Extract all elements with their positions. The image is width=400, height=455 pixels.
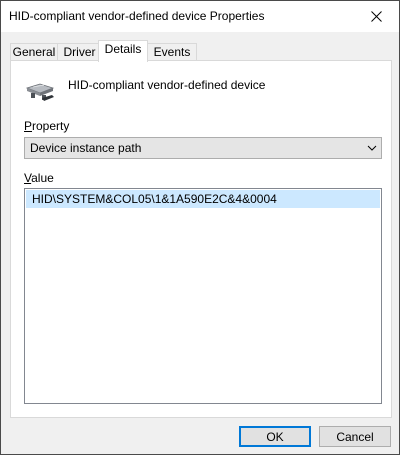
tab-label: Details <box>104 42 142 56</box>
list-item[interactable]: HID\SYSTEM&COL05\1&1A590E2C&4&0004 <box>26 190 380 208</box>
cancel-button[interactable]: Cancel <box>319 426 391 447</box>
tab-general[interactable]: General <box>10 43 58 61</box>
tab-events[interactable]: Events <box>147 43 197 61</box>
tab-label: Events <box>153 45 191 59</box>
ok-button[interactable]: OK <box>239 426 311 447</box>
property-dropdown-value: Device instance path <box>30 141 142 155</box>
value-label: Value <box>24 171 54 185</box>
device-icon <box>25 83 55 101</box>
property-dropdown[interactable]: Device instance path <box>24 137 382 159</box>
tab-details[interactable]: Details <box>98 40 148 62</box>
properties-dialog: HID-compliant vendor-defined device Prop… <box>0 0 400 455</box>
chevron-down-icon <box>367 145 377 151</box>
close-button[interactable] <box>353 1 399 32</box>
close-icon <box>370 11 382 22</box>
property-label: Property <box>24 119 70 133</box>
value-listbox[interactable]: HID\SYSTEM&COL05\1&1A590E2C&4&0004 <box>24 188 382 404</box>
list-item-text: HID\SYSTEM&COL05\1&1A590E2C&4&0004 <box>32 192 277 206</box>
tab-driver[interactable]: Driver <box>57 43 102 61</box>
tab-label: General <box>12 45 56 59</box>
details-panel: HID-compliant vendor-defined device Prop… <box>10 60 392 418</box>
window-title: HID-compliant vendor-defined device Prop… <box>9 9 265 23</box>
title-bar[interactable]: HID-compliant vendor-defined device Prop… <box>1 1 399 32</box>
device-name: HID-compliant vendor-defined device <box>68 78 266 92</box>
tab-label: Driver <box>63 45 96 59</box>
